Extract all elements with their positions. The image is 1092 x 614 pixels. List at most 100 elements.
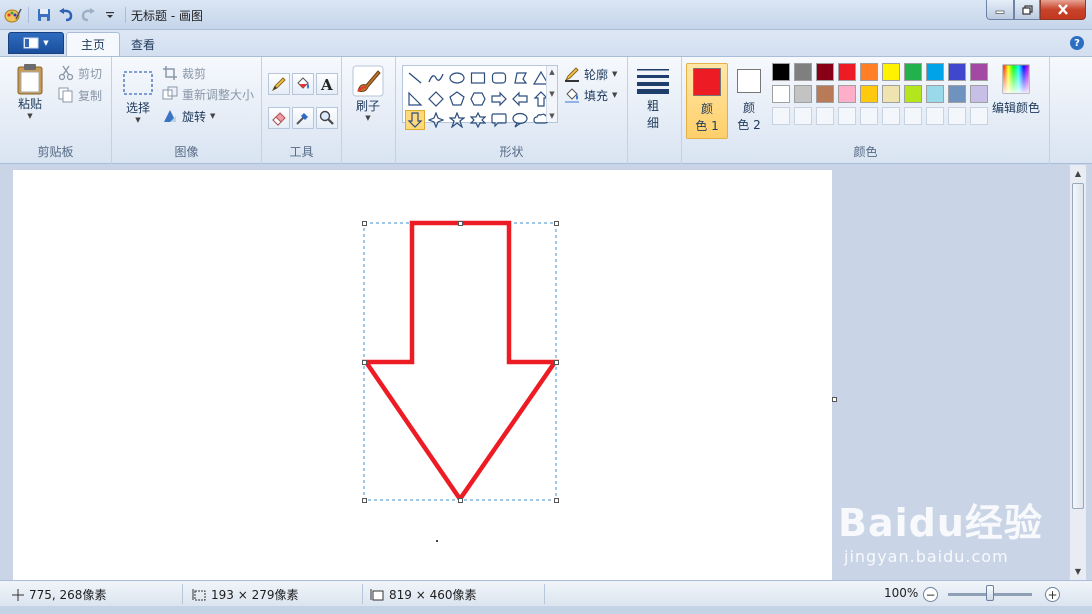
palette-swatch[interactable]	[948, 85, 966, 103]
custom-color-slot[interactable]	[882, 107, 900, 125]
custom-color-slot[interactable]	[860, 107, 878, 125]
oval-callout-shape-icon[interactable]	[510, 110, 530, 130]
six-point-star-shape-icon[interactable]	[468, 110, 488, 130]
selection-handle[interactable]	[362, 360, 367, 365]
text-icon[interactable]: A	[316, 73, 338, 95]
selection-handle[interactable]	[554, 498, 559, 503]
palette-swatch[interactable]	[838, 63, 856, 81]
maximize-button[interactable]	[1014, 0, 1040, 20]
palette-swatch[interactable]	[772, 85, 790, 103]
select-button[interactable]: 选择 ▼	[122, 67, 154, 124]
diamond-shape-icon[interactable]	[426, 89, 446, 109]
tab-view[interactable]: 查看	[117, 32, 169, 56]
copy-button[interactable]: 复制	[58, 85, 102, 105]
palette-swatch[interactable]	[970, 63, 988, 81]
selection-handle[interactable]	[554, 360, 559, 365]
zoom-in-button[interactable]: +	[1045, 587, 1060, 602]
canvas-resize-handle[interactable]	[832, 397, 837, 402]
paint-app-icon[interactable]	[4, 6, 22, 24]
palette-swatch[interactable]	[816, 85, 834, 103]
curve-shape-icon[interactable]	[426, 68, 446, 88]
outline-button[interactable]: 轮廓 ▼	[564, 64, 617, 84]
left-arrow-shape-icon[interactable]	[510, 89, 530, 109]
four-point-star-shape-icon[interactable]	[426, 110, 446, 130]
selection-handle[interactable]	[554, 221, 559, 226]
help-icon[interactable]: ?	[1070, 36, 1084, 50]
pentagon-shape-icon[interactable]	[447, 89, 467, 109]
oval-shape-icon[interactable]	[447, 68, 467, 88]
color-picker-icon[interactable]	[292, 107, 314, 129]
rotate-button[interactable]: 旋转 ▼	[162, 106, 215, 126]
rectangle-shape-icon[interactable]	[468, 68, 488, 88]
custom-color-slot[interactable]	[970, 107, 988, 125]
rounded-rectangle-shape-icon[interactable]	[489, 68, 509, 88]
close-button[interactable]	[1040, 0, 1086, 20]
zoom-slider-thumb[interactable]	[986, 585, 994, 601]
scrollbar-thumb[interactable]	[1072, 183, 1084, 509]
palette-swatch[interactable]	[926, 63, 944, 81]
palette-swatch[interactable]	[816, 63, 834, 81]
palette-swatch[interactable]	[926, 85, 944, 103]
edit-colors-button[interactable]: 编辑颜色	[992, 63, 1040, 116]
eraser-icon[interactable]	[268, 107, 290, 129]
custom-color-slot[interactable]	[772, 107, 790, 125]
rounded-callout-shape-icon[interactable]	[489, 110, 509, 130]
resize-button[interactable]: 重新调整大小	[162, 84, 254, 104]
five-point-star-shape-icon[interactable]	[447, 110, 467, 130]
right-arrow-shape-icon[interactable]	[489, 89, 509, 109]
customize-qat-icon[interactable]	[101, 6, 119, 24]
scroll-up-icon[interactable]: ▲	[1070, 165, 1086, 182]
pencil-icon[interactable]	[268, 73, 290, 95]
shapes-scrollbar[interactable]: ▲ ▼ ▼	[546, 66, 557, 122]
custom-color-slot[interactable]	[904, 107, 922, 125]
fill-button[interactable]: 填充 ▼	[564, 85, 617, 105]
brushes-button[interactable]: 刷子 ▼	[352, 65, 384, 122]
selection-handle[interactable]	[362, 498, 367, 503]
minimize-button[interactable]	[986, 0, 1014, 20]
palette-swatch[interactable]	[838, 85, 856, 103]
down-arrow-shape-icon[interactable]	[405, 110, 425, 130]
save-icon[interactable]	[35, 6, 53, 24]
tab-home[interactable]: 主页	[66, 32, 121, 56]
drawing-canvas[interactable]	[13, 170, 832, 580]
palette-swatch[interactable]	[970, 85, 988, 103]
custom-color-slot[interactable]	[948, 107, 966, 125]
polygon-shape-icon[interactable]	[510, 68, 530, 88]
palette-swatch[interactable]	[904, 85, 922, 103]
palette-swatch[interactable]	[772, 63, 790, 81]
zoom-out-button[interactable]: −	[923, 587, 938, 602]
chevron-down-icon[interactable]: ▼	[549, 90, 554, 98]
custom-color-slot[interactable]	[838, 107, 856, 125]
palette-swatch[interactable]	[860, 63, 878, 81]
custom-color-slot[interactable]	[926, 107, 944, 125]
undo-icon[interactable]	[57, 6, 75, 24]
palette-swatch[interactable]	[794, 63, 812, 81]
palette-swatch[interactable]	[882, 63, 900, 81]
fill-bucket-icon[interactable]	[292, 73, 314, 95]
vertical-scrollbar[interactable]: ▲ ▼	[1069, 165, 1086, 580]
size-button[interactable]: 粗 细	[636, 65, 670, 131]
chevron-up-icon[interactable]: ▲	[549, 68, 554, 76]
palette-swatch[interactable]	[948, 63, 966, 81]
scroll-down-icon[interactable]: ▼	[1070, 563, 1086, 580]
custom-color-slot[interactable]	[794, 107, 812, 125]
palette-swatch[interactable]	[860, 85, 878, 103]
selection-handle[interactable]	[458, 498, 463, 503]
down-arrow-shape[interactable]	[361, 220, 560, 503]
custom-color-slot[interactable]	[816, 107, 834, 125]
redo-icon[interactable]	[79, 6, 97, 24]
color1-button[interactable]: 颜 色 1	[686, 63, 728, 139]
palette-swatch[interactable]	[904, 63, 922, 81]
line-shape-icon[interactable]	[405, 68, 425, 88]
paste-button[interactable]: 粘贴 ▼	[14, 63, 46, 120]
paint-menu-button[interactable]: ▼	[8, 32, 64, 54]
selection-handle[interactable]	[362, 221, 367, 226]
color2-button[interactable]: 颜 色 2	[728, 63, 770, 139]
selection-handle[interactable]	[458, 221, 463, 226]
expand-gallery-icon[interactable]: ▼	[549, 112, 554, 120]
crop-button[interactable]: 裁剪	[162, 63, 206, 83]
cut-button[interactable]: 剪切	[58, 63, 102, 83]
magnifier-icon[interactable]	[316, 107, 338, 129]
hexagon-shape-icon[interactable]	[468, 89, 488, 109]
palette-swatch[interactable]	[882, 85, 900, 103]
